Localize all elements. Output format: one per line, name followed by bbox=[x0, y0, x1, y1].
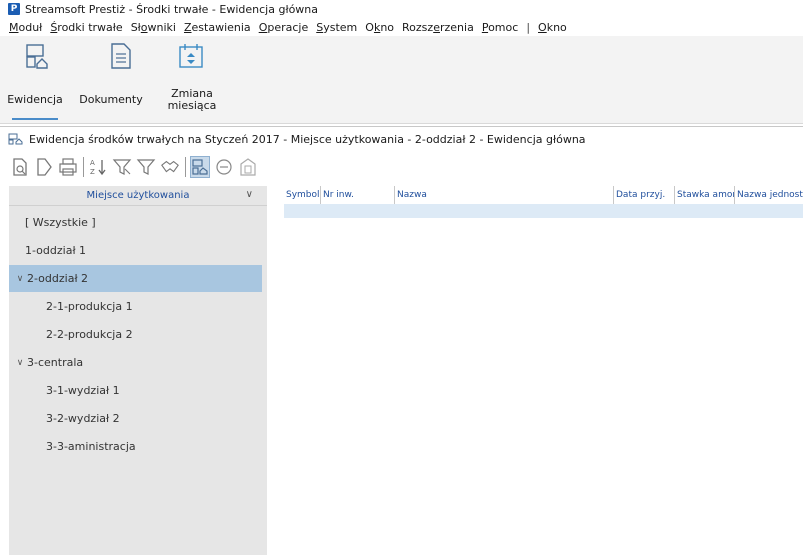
svg-text:Z: Z bbox=[90, 168, 95, 176]
tree-item-label: 3-2-wydział 2 bbox=[46, 412, 120, 425]
sort-az-icon[interactable]: AZ bbox=[88, 156, 108, 178]
ribbon: Ewidencja Dokumenty Zmiana miesiąca bbox=[0, 36, 803, 124]
tree-item-label: 2-1-produkcja 1 bbox=[46, 300, 133, 313]
tree-item[interactable]: ∨ 3-centrala bbox=[9, 349, 262, 376]
menu-separator: | bbox=[526, 20, 531, 34]
ribbon-divider bbox=[0, 126, 803, 127]
tree-item-label: 3-3-aministracja bbox=[46, 440, 136, 453]
tree-item[interactable]: 2-2-produkcja 2 bbox=[9, 321, 262, 348]
column-header-symbol[interactable]: Symbol bbox=[284, 186, 320, 204]
location-panel-header[interactable]: Miejsce użytkowania ∨ bbox=[9, 186, 267, 206]
tree-item-label: [ Wszystkie ] bbox=[25, 216, 96, 229]
column-header-data-przyj[interactable]: Data przyj. bbox=[613, 186, 674, 204]
menu-item-2[interactable]: Słowniki bbox=[131, 21, 176, 34]
menu-item-5[interactable]: System bbox=[316, 21, 357, 34]
print-icon[interactable] bbox=[58, 156, 78, 178]
ribbon-button-dokumenty[interactable]: Dokumenty bbox=[76, 36, 146, 120]
app-logo-icon: P bbox=[8, 3, 20, 15]
tree-item[interactable]: 2-1-produkcja 1 bbox=[9, 293, 262, 320]
assets-grid: Symbol Nr inw. Nazwa Data przyj. Stawka … bbox=[267, 186, 803, 555]
asset-register-icon bbox=[26, 44, 48, 69]
tree-item-label: 3-1-wydział 1 bbox=[46, 384, 120, 397]
ribbon-button-ewidencja[interactable]: Ewidencja bbox=[6, 36, 64, 120]
menu-bar: Moduł Środki trwałe Słowniki Zestawienia Ope… bbox=[0, 18, 803, 36]
menu-item-0[interactable]: Moduł bbox=[9, 21, 42, 34]
calendar-change-icon bbox=[179, 44, 203, 68]
new-document-icon[interactable] bbox=[34, 156, 54, 178]
grid-header: Symbol Nr inw. Nazwa Data przyj. Stawka … bbox=[267, 186, 803, 204]
asset-view-icon[interactable] bbox=[190, 156, 210, 178]
toolbar-separator bbox=[185, 157, 186, 177]
chevron-down-icon[interactable]: ∨ bbox=[246, 189, 253, 200]
handshake-icon[interactable] bbox=[160, 156, 180, 178]
tree-item[interactable]: 3-3-aministracja bbox=[9, 433, 262, 460]
column-header-nazwa[interactable]: Nazwa bbox=[394, 186, 613, 204]
tree-item[interactable]: 3-2-wydział 2 bbox=[9, 405, 262, 432]
menu-item-6[interactable]: Okno bbox=[365, 21, 394, 34]
location-panel-title: Miejsce użytkowania bbox=[86, 190, 190, 201]
building-icon[interactable] bbox=[238, 156, 258, 178]
filter-clear-icon[interactable] bbox=[136, 156, 156, 178]
menu-item-7[interactable]: Rozszerzenia bbox=[402, 21, 474, 34]
chevron-down-icon[interactable]: ∨ bbox=[14, 274, 26, 284]
window-title: Streamsoft Prestiż - Środki trwałe - Ewi… bbox=[25, 2, 319, 16]
ribbon-label-ewidencja: Ewidencja bbox=[7, 93, 63, 106]
column-header-stawka-amort[interactable]: Stawka amort. bbox=[674, 186, 734, 204]
view-header-text: Ewidencja środków trwałych na Styczeń 20… bbox=[29, 132, 586, 146]
ribbon-button-zmiana-miesiaca[interactable]: Zmiana miesiąca bbox=[156, 36, 228, 120]
filter-icon[interactable] bbox=[112, 156, 132, 178]
document-icon bbox=[111, 43, 131, 69]
svg-text:A: A bbox=[90, 159, 95, 167]
table-row[interactable] bbox=[284, 204, 803, 218]
minus-circle-icon[interactable] bbox=[214, 156, 234, 178]
tree-item[interactable]: ∨ 2-oddział 2 bbox=[9, 265, 262, 292]
menu-item-10[interactable]: Okno bbox=[538, 21, 567, 34]
tree-item-label: 2-oddział 2 bbox=[27, 272, 89, 285]
tree-item[interactable]: [ Wszystkie ] bbox=[9, 209, 262, 236]
asset-register-small-icon bbox=[8, 133, 23, 145]
column-header-nazwa-jednostki[interactable]: Nazwa jednostki bbox=[734, 186, 803, 204]
view-header: Ewidencja środków trwałych na Styczeń 20… bbox=[0, 130, 803, 148]
toolbar: AZ bbox=[0, 150, 300, 184]
tree-item-label: 2-2-produkcja 2 bbox=[46, 328, 133, 341]
tree-item[interactable]: 1-oddział 1 bbox=[9, 237, 262, 264]
chevron-down-icon[interactable]: ∨ bbox=[14, 358, 26, 368]
column-header-nr-inw[interactable]: Nr inw. bbox=[320, 186, 394, 204]
tree-item[interactable]: 3-1-wydział 1 bbox=[9, 377, 262, 404]
preview-icon[interactable] bbox=[10, 156, 30, 178]
menu-item-1[interactable]: Środki trwałe bbox=[50, 21, 122, 34]
ribbon-active-indicator bbox=[12, 118, 58, 120]
menu-item-4[interactable]: Operacje bbox=[259, 21, 309, 34]
ribbon-label-zmiana-miesiaca: Zmiana miesiąca bbox=[167, 87, 217, 112]
location-panel: Miejsce użytkowania ∨ [ Wszystkie ] 1-odd… bbox=[9, 186, 267, 555]
menu-item-8[interactable]: Pomoc bbox=[482, 21, 518, 34]
title-bar: P Streamsoft Prestiż - Środki trwałe - E… bbox=[0, 0, 803, 18]
tree-item-label: 1-oddział 1 bbox=[25, 244, 87, 257]
ribbon-label-dokumenty: Dokumenty bbox=[79, 93, 143, 106]
toolbar-separator bbox=[83, 157, 84, 177]
menu-item-3[interactable]: Zestawienia bbox=[184, 21, 251, 34]
tree-item-label: 3-centrala bbox=[27, 356, 84, 369]
